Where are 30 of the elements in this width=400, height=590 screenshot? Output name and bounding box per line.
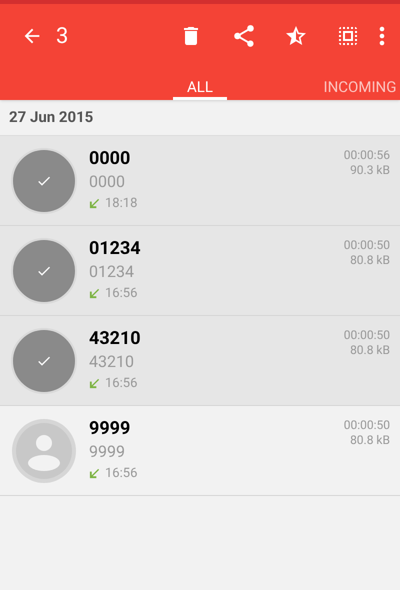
call-duration: 00:00:50 [344, 418, 390, 433]
tab[interactable]: ALL [120, 68, 280, 100]
call-time: 16:56 [105, 285, 138, 303]
contact-name: 9999 [89, 418, 132, 440]
file-size: 90.3 kB [350, 163, 390, 178]
phone-number: 01234 [89, 261, 135, 283]
call-duration: 00:00:56 [344, 148, 390, 163]
call-time: 16:56 [105, 375, 138, 393]
file-size: 80.8 kB [350, 433, 390, 448]
phone-number: 9999 [89, 441, 126, 463]
phone-number: 43210 [89, 351, 135, 373]
call-time: 18:18 [105, 195, 138, 213]
incoming-call-icon [89, 468, 100, 480]
incoming-call-icon [89, 288, 100, 300]
selection-count: 3 [56, 22, 68, 50]
contact-name: 43210 [89, 328, 141, 350]
phone-number: 0000 [89, 171, 126, 193]
call-time: 16:56 [105, 465, 138, 483]
call-row[interactable]: 43210 43210 16:56 00:00:50 80.8 kB [0, 316, 400, 406]
file-size: 80.8 kB [350, 253, 390, 268]
contact-name: 01234 [89, 238, 141, 260]
contact-avatar-icon [11, 418, 77, 484]
call-duration: 00:00:50 [344, 238, 390, 253]
incoming-call-icon [89, 378, 100, 390]
contact-name: 0000 [89, 148, 132, 170]
call-duration: 00:00:50 [344, 328, 390, 343]
file-size: 80.8 kB [350, 343, 390, 358]
call-row[interactable]: 01234 01234 16:56 00:00:50 80.8 kB [0, 226, 400, 316]
incoming-call-icon [89, 198, 100, 210]
call-row[interactable]: 0000 0000 18:18 00:00:56 90.3 kB [0, 136, 400, 226]
